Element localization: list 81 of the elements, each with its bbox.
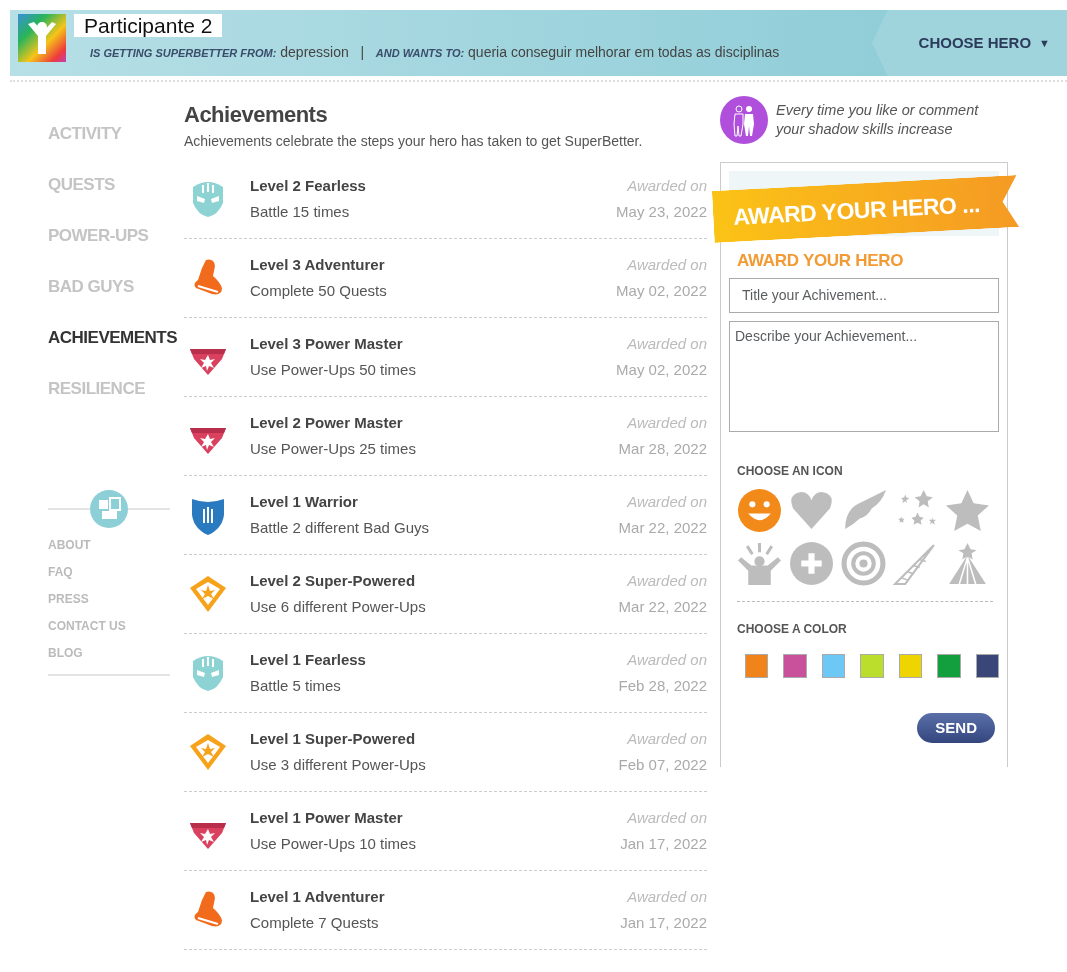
achievement-name: Level 2 Fearless <box>250 175 367 196</box>
cheering-figure-icon[interactable] <box>737 540 782 586</box>
achievement-description: Use Power-Ups 25 times <box>250 439 417 459</box>
awarded-label: Awarded on <box>625 491 707 512</box>
awarded-label: Awarded on <box>625 807 707 828</box>
awarded-label: Awarded on <box>625 886 707 907</box>
nav-link[interactable]: BAD GUYS <box>48 275 134 326</box>
color-swatch[interactable] <box>937 653 961 678</box>
achievement-description: Use 6 different Power-Ups <box>250 597 427 617</box>
color-swatch[interactable] <box>821 653 846 678</box>
achievement-description: Complete 7 Quests <box>250 913 380 933</box>
achievement-name: Level 1 Fearless <box>250 649 367 670</box>
caret-icon: ▼ <box>1039 34 1050 52</box>
awarded-label: Awarded on <box>625 728 707 749</box>
awarded-label: Awarded on <box>625 175 707 196</box>
help-icon[interactable] <box>90 490 128 528</box>
smiley-icon[interactable] <box>737 487 782 533</box>
achievement-name: Level 2 Super-Powered <box>250 570 417 591</box>
color-swatch[interactable] <box>975 653 999 678</box>
award-heading: AWARD YOUR HERO <box>737 250 904 272</box>
achievement-description: Use Power-Ups 10 times <box>250 834 417 854</box>
color-swatch[interactable] <box>783 653 807 678</box>
hero-goals: IS GETTING SUPERBETTER FROM: depression | AND WANTS TO: queria conseguir melhorar em todas as disciplinas <box>90 44 781 62</box>
achievement-name: Level 3 Power Master <box>250 333 404 354</box>
achievement-description: Battle 15 times <box>250 202 351 222</box>
nav-link[interactable]: RESILIENCE <box>48 377 146 428</box>
hero-avatar-icon <box>18 14 66 62</box>
icon-label: CHOOSE AN ICON <box>737 462 844 480</box>
page-subtitle: Achievements celebrate the steps your hero has taken to get SuperBetter. <box>184 132 644 151</box>
achievement-description: Use 3 different Power-Ups <box>250 755 427 775</box>
footer-link[interactable]: PRESS <box>48 590 184 617</box>
nav-link[interactable]: POWER-UPS <box>48 224 149 275</box>
achievement-description: Battle 2 different Bad Guys <box>250 518 430 538</box>
award-date: May 02, 2022 <box>616 360 707 380</box>
diamond-badge-icon <box>188 732 228 772</box>
footer-link[interactable]: BLOG <box>48 644 184 671</box>
color-label: CHOOSE A COLOR <box>737 620 848 638</box>
title-field[interactable]: Title your Achivement... <box>729 277 999 313</box>
nav-link[interactable]: QUESTS <box>48 173 115 224</box>
award-date: Feb 07, 2022 <box>618 755 707 775</box>
tip-text: Every time you like or comment your shadow skills increase <box>776 101 980 139</box>
awarded-label: Awarded on <box>625 412 707 433</box>
color-swatch[interactable] <box>898 653 923 678</box>
award-date: Mar 22, 2022 <box>618 597 707 617</box>
achievement-description: Complete 50 Quests <box>250 281 388 301</box>
achievement-name: Level 1 Adventurer <box>250 886 386 907</box>
description-field[interactable]: Describe your Achievement... <box>729 320 999 432</box>
color-swatch[interactable] <box>745 653 769 678</box>
achievement-name: Level 1 Power Master <box>250 807 404 828</box>
color-swatch[interactable] <box>860 653 884 678</box>
diamond-badge-icon <box>188 574 228 614</box>
award-date: May 02, 2022 <box>616 281 707 301</box>
footer-link[interactable]: ABOUT <box>48 536 184 563</box>
shadow-figures-icon <box>720 96 768 144</box>
achievement-description: Battle 5 times <box>250 676 342 696</box>
hero-name: Participante 2 <box>74 14 223 37</box>
awarded-label: Awarded on <box>625 570 707 591</box>
choose-hero-button[interactable]: CHOOSE HERO ▼ <box>872 10 1067 76</box>
award-date: Jan 17, 2022 <box>620 913 707 933</box>
achievement-name: Level 1 Warrior <box>250 491 359 512</box>
achievement-name: Level 1 Super-Powered <box>250 728 417 749</box>
award-date: Jan 17, 2022 <box>620 834 707 854</box>
achievement-name: Level 3 Adventurer <box>250 254 386 275</box>
award-date: May 23, 2022 <box>616 202 707 222</box>
award-date: Feb 28, 2022 <box>618 676 707 696</box>
star-icon[interactable] <box>945 487 990 533</box>
awarded-label: Awarded on <box>625 333 707 354</box>
plus-icon[interactable] <box>789 540 834 586</box>
nav-link[interactable]: ACHIEVEMENTS <box>48 326 178 377</box>
footer-link[interactable]: CONTACT US <box>48 617 184 644</box>
nav-link[interactable]: ACTIVITY <box>48 122 122 173</box>
achievement-name: Level 2 Power Master <box>250 412 404 433</box>
footer-link[interactable]: FAQ <box>48 563 184 590</box>
award-date: Mar 28, 2022 <box>618 439 707 459</box>
send-button[interactable]: SEND <box>917 712 995 743</box>
achievement-description: Use Power-Ups 50 times <box>250 360 417 380</box>
awarded-label: Awarded on <box>625 254 707 275</box>
award-date: Mar 22, 2022 <box>618 518 707 538</box>
awarded-label: Awarded on <box>625 649 707 670</box>
target-icon[interactable] <box>841 540 886 586</box>
page-title: Achievements <box>184 101 328 129</box>
